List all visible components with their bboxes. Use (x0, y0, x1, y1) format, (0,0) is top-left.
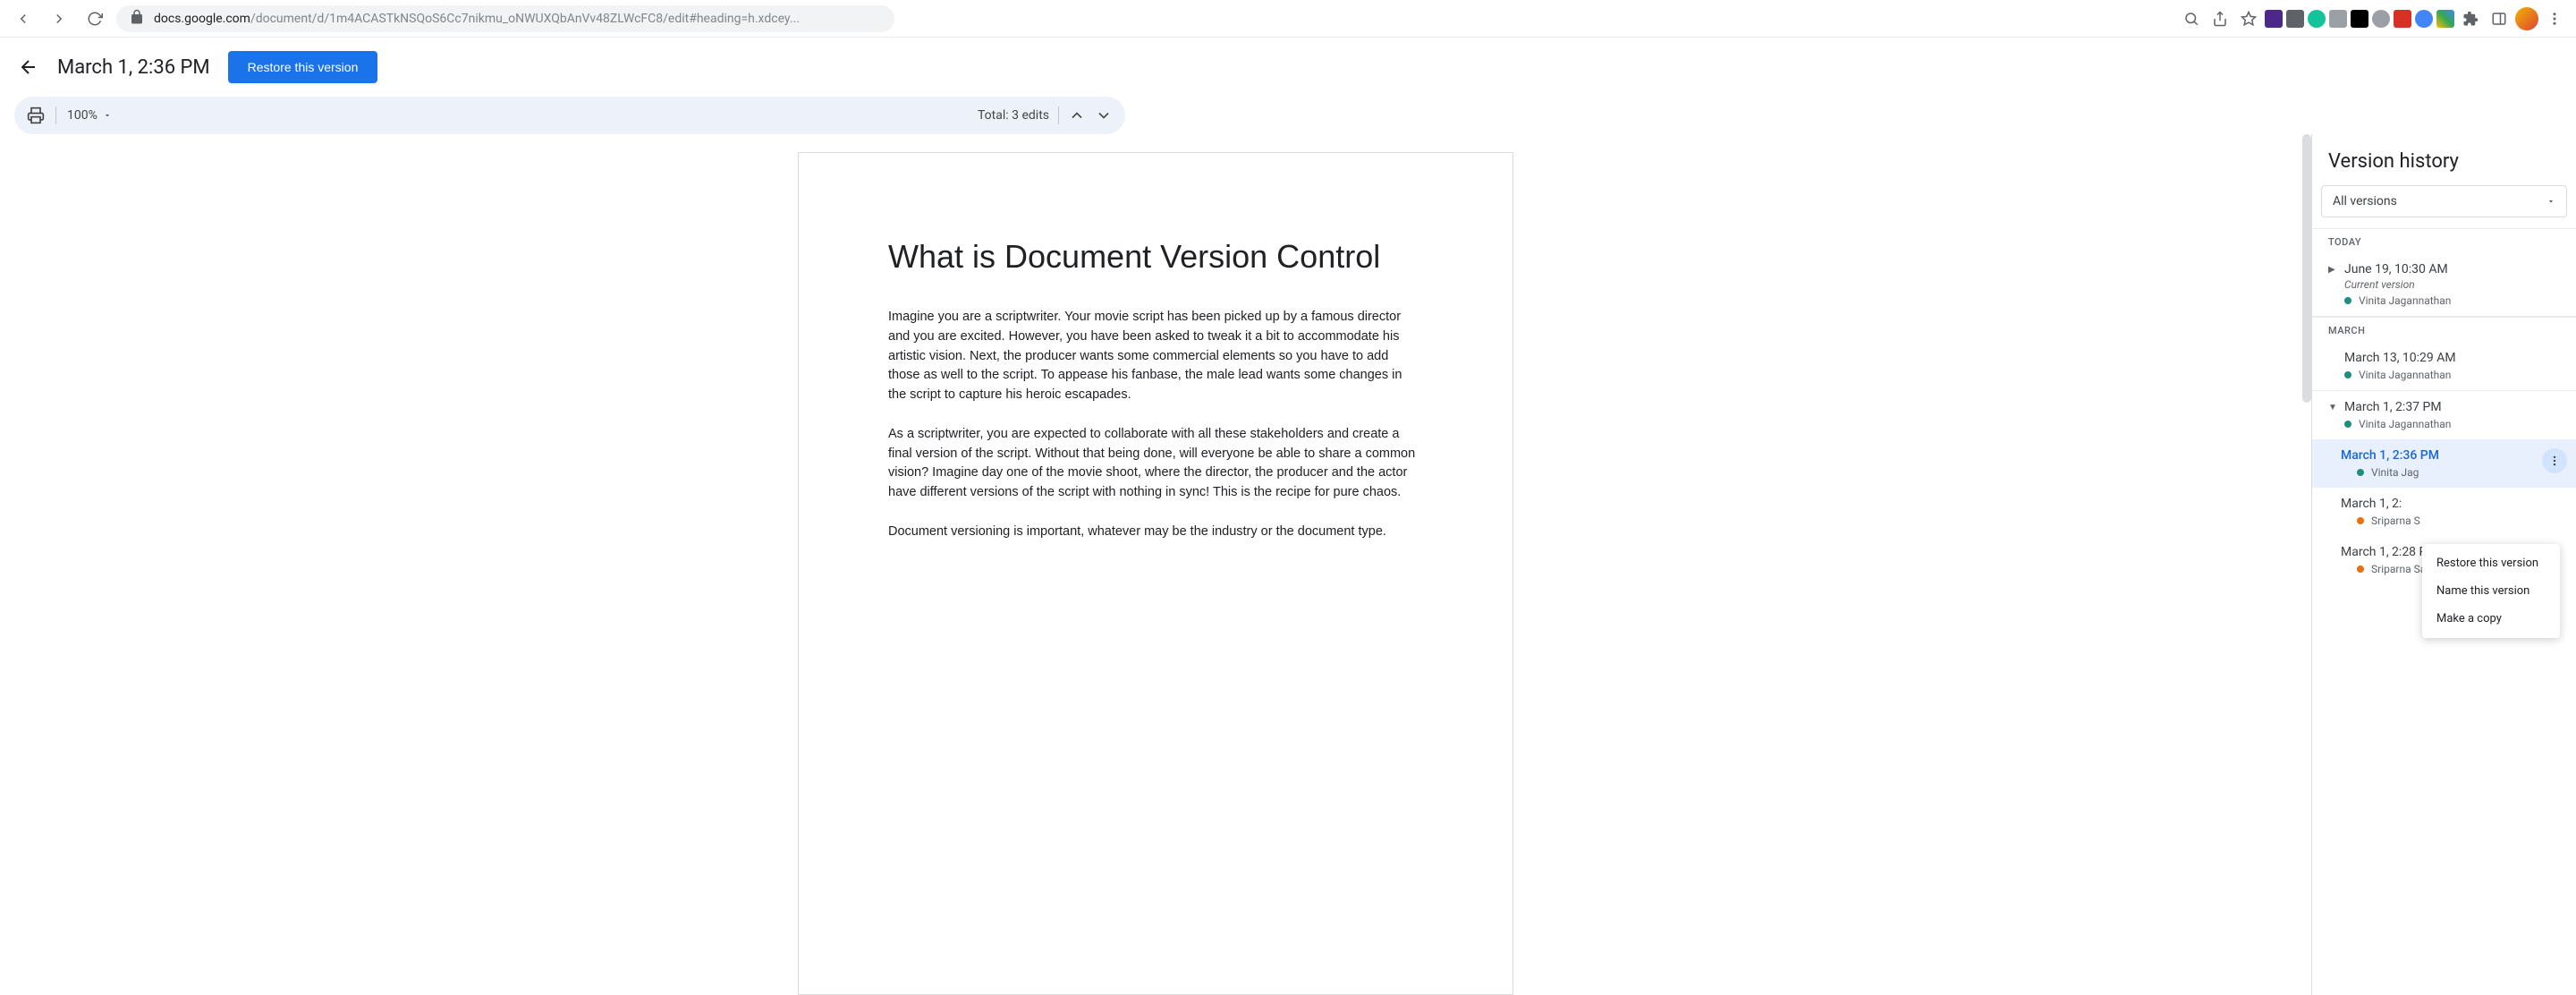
current-version-label: Current version (2344, 278, 2560, 291)
extension-icon[interactable] (2394, 10, 2411, 28)
chevron-down-icon (2546, 197, 2555, 206)
bookmark-icon[interactable] (2236, 6, 2261, 31)
zoom-dropdown[interactable]: 100% (67, 108, 112, 123)
version-more-actions-button[interactable] (2542, 448, 2567, 473)
document-title: What is Document Version Control (888, 238, 1423, 276)
extension-icon[interactable] (2308, 10, 2326, 28)
drive-icon[interactable] (2436, 10, 2454, 28)
document-paragraph: Imagine you are a scriptwriter. Your mov… (888, 308, 1423, 405)
version-timestamp: March 1, 2: (2341, 497, 2402, 511)
chevron-down-icon (103, 111, 112, 120)
version-entry[interactable]: ▼ March 1, 2:37 PM Vinita Jagannathan (2312, 391, 2576, 439)
sidepanel-icon[interactable] (2487, 6, 2512, 31)
version-entry[interactable]: March 1, 2: Sriparna S (2312, 488, 2576, 536)
share-icon[interactable] (2207, 6, 2233, 31)
browser-actions (2179, 6, 2567, 31)
author-color-dot (2344, 421, 2351, 428)
browser-reload-button[interactable] (80, 4, 109, 33)
version-entry[interactable]: ▶ June 19, 10:30 AM Current version Vini… (2312, 253, 2576, 317)
context-make-copy[interactable]: Make a copy (2422, 605, 2560, 633)
author-color-dot (2344, 371, 2351, 378)
author-color-dot (2344, 297, 2351, 304)
extension-icon[interactable] (2415, 10, 2433, 28)
secondary-toolbar: 100% Total: 3 edits (14, 97, 1125, 134)
expand-caret-icon[interactable]: ▶ (2328, 265, 2337, 275)
expand-caret-icon[interactable]: ▼ (2328, 403, 2337, 412)
document-paragraph: As a scriptwriter, you are expected to c… (888, 425, 1423, 503)
document-page: What is Document Version Control Imagine… (798, 152, 1513, 995)
context-name-version[interactable]: Name this version (2422, 577, 2560, 605)
version-timestamp: June 19, 10:30 AM (2344, 262, 2448, 276)
extension-icon[interactable] (2351, 10, 2368, 28)
author-name: Vinita Jagannathan (2359, 294, 2451, 307)
version-history-sidebar: Version history All versions TODAY ▶ Jun… (2311, 134, 2576, 995)
page-header: March 1, 2:36 PM Restore this version (0, 38, 2576, 97)
browser-back-button[interactable] (9, 4, 38, 33)
browser-forward-button[interactable] (45, 4, 73, 33)
version-entry[interactable]: March 13, 10:29 AM Vinita Jagannathan (2312, 342, 2576, 391)
author-color-dot (2357, 469, 2364, 476)
version-timestamp: March 13, 10:29 AM (2344, 351, 2456, 365)
version-entry-selected[interactable]: March 1, 2:36 PM Vinita Jag (2312, 439, 2576, 488)
url-bar[interactable]: docs.google.com/document/d/1m4ACASTkNSQo… (116, 5, 894, 32)
document-paragraph: Document versioning is important, whatev… (888, 523, 1423, 542)
version-timestamp-title: March 1, 2:36 PM (57, 56, 210, 79)
author-color-dot (2357, 517, 2364, 524)
next-edit-button[interactable] (1095, 106, 1113, 124)
profile-avatar[interactable] (2515, 7, 2538, 30)
version-timestamp: March 1, 2:36 PM (2341, 448, 2439, 463)
edits-count-label: Total: 3 edits (978, 108, 1049, 123)
browser-toolbar: docs.google.com/document/d/1m4ACASTkNSQo… (0, 0, 2576, 38)
author-name: Sriparna S (2371, 515, 2420, 527)
zoom-value: 100% (67, 108, 97, 123)
extension-icon[interactable] (2286, 10, 2304, 28)
author-name: Vinita Jag (2371, 466, 2419, 479)
toolbar-divider (1058, 106, 1059, 124)
extension-icon[interactable] (2372, 10, 2390, 28)
sidebar-title: Version history (2312, 134, 2576, 185)
version-timestamp: March 1, 2:37 PM (2344, 400, 2442, 414)
zoom-icon[interactable] (2179, 6, 2204, 31)
lock-icon (129, 9, 145, 29)
prev-edit-button[interactable] (1068, 106, 1086, 124)
document-viewport: What is Document Version Control Imagine… (0, 134, 2311, 995)
filter-label: All versions (2333, 194, 2397, 208)
toolbar-divider (55, 106, 56, 124)
extension-icon[interactable] (2329, 10, 2347, 28)
author-name: Vinita Jagannathan (2359, 418, 2451, 430)
extensions-menu-icon[interactable] (2458, 6, 2483, 31)
main-area: What is Document Version Control Imagine… (0, 134, 2576, 995)
author-color-dot (2357, 566, 2364, 573)
context-restore-version[interactable]: Restore this version (2422, 549, 2560, 577)
chrome-menu-icon[interactable] (2542, 6, 2567, 31)
version-filter-dropdown[interactable]: All versions (2321, 185, 2567, 217)
version-context-menu: Restore this version Name this version M… (2422, 544, 2560, 638)
section-label-today: TODAY (2312, 228, 2576, 253)
restore-version-button[interactable]: Restore this version (228, 51, 378, 83)
print-icon[interactable] (27, 106, 45, 124)
section-label-march: MARCH (2312, 317, 2576, 342)
url-text: docs.google.com/document/d/1m4ACASTkNSQo… (154, 12, 800, 26)
author-name: Vinita Jagannathan (2359, 369, 2451, 381)
back-arrow-button[interactable] (18, 56, 39, 78)
extension-icon[interactable] (2265, 10, 2283, 28)
scrollbar-thumb[interactable] (2302, 134, 2311, 403)
